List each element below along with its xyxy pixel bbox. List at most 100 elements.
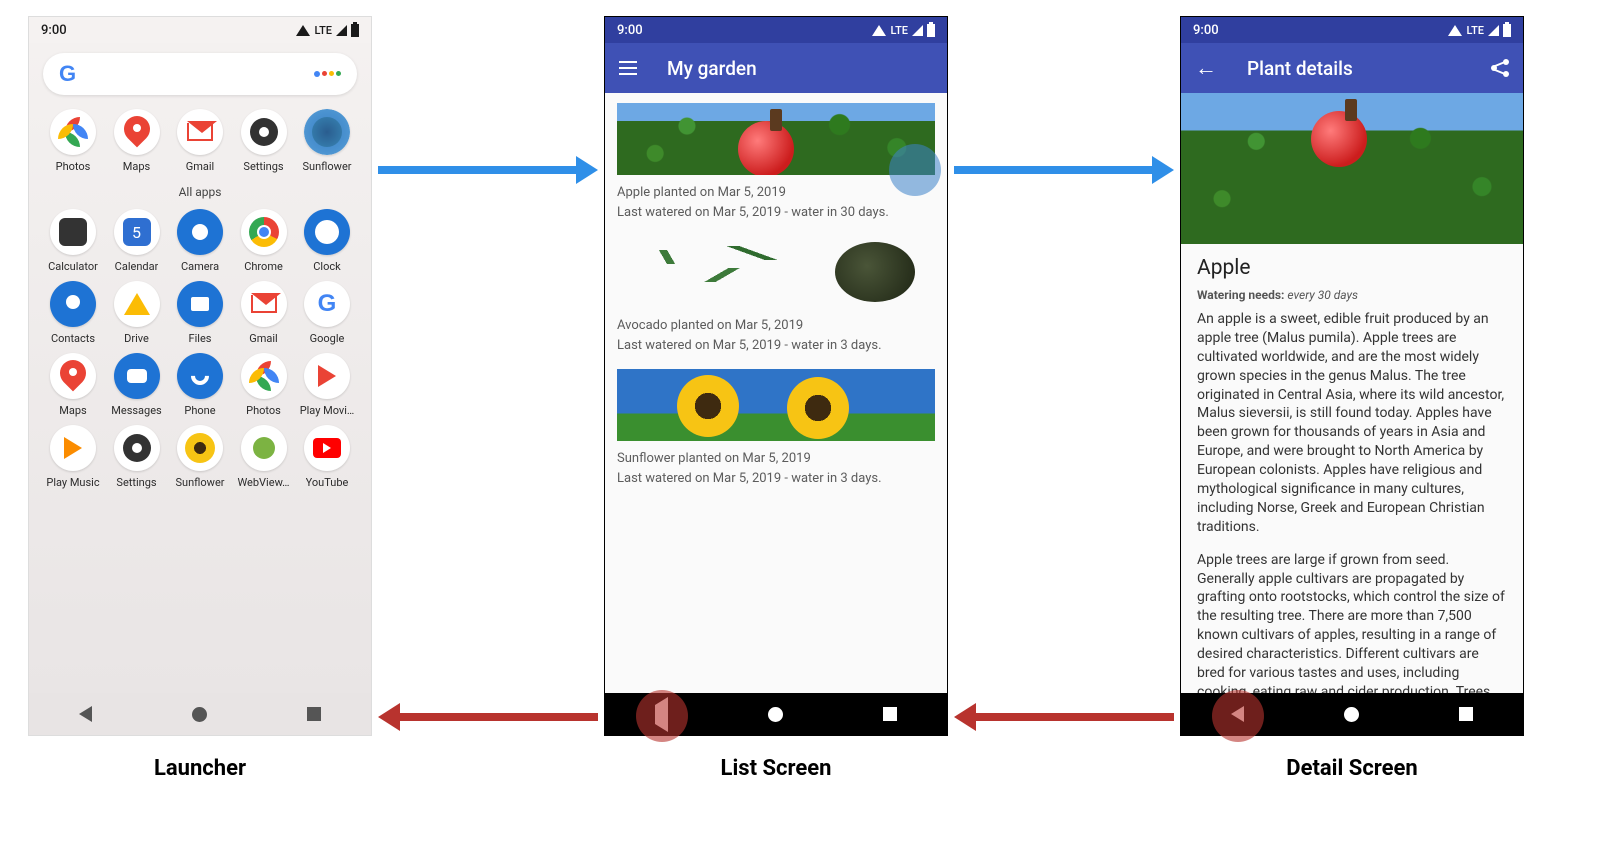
status-bar: 9:00 LTE [1181, 17, 1523, 43]
watering-needs: Watering needs: every 30 days [1197, 288, 1507, 302]
app-maps-2[interactable]: Maps [43, 353, 103, 417]
arrow-list-to-detail [954, 165, 1174, 175]
touch-indicator-list-back [636, 690, 688, 742]
nav-home-icon[interactable] [768, 707, 783, 722]
lte-label: LTE [1466, 24, 1484, 37]
app-maps[interactable]: Maps [107, 109, 167, 173]
battery-icon [1503, 24, 1511, 37]
app-play-movies[interactable]: Play Movi… [297, 353, 357, 417]
wifi-icon [872, 25, 886, 36]
app-contacts[interactable]: Contacts [43, 281, 103, 345]
status-bar: 9:00 LTE [29, 17, 371, 43]
search-bar[interactable]: G [43, 53, 357, 95]
app-play-music[interactable]: Play Music [43, 425, 103, 489]
card-text: Avocado planted on Mar 5, 2019 Last wate… [617, 316, 935, 355]
app-row-1: Calculator 5Calendar Camera Chrome Clock [43, 209, 357, 273]
arrow-list-to-launcher [378, 712, 598, 722]
description: An apple is a sweet, edible fruit produc… [1197, 310, 1507, 693]
back-icon[interactable]: ← [1195, 55, 1217, 81]
appbar-title: Plant details [1247, 57, 1353, 80]
all-apps-label: All apps [43, 185, 357, 199]
caption-detail: Detail Screen [1180, 756, 1524, 781]
nav-bar [29, 693, 371, 735]
nav-recents-icon[interactable] [1459, 707, 1473, 721]
status-time: 9:00 [617, 23, 643, 38]
sunflower-app-icon [304, 109, 350, 155]
app-bar: My garden [605, 43, 947, 93]
status-bar: 9:00 LTE [605, 17, 947, 43]
google-logo-icon: G [59, 61, 76, 87]
app-calendar[interactable]: 5Calendar [107, 209, 167, 273]
app-photos[interactable]: Photos [43, 109, 103, 173]
detail-body[interactable]: Apple Watering needs: every 30 days An a… [1181, 93, 1523, 693]
signal-icon [1488, 25, 1499, 36]
app-google[interactable]: GGoogle [297, 281, 357, 345]
app-phone[interactable]: Phone [170, 353, 230, 417]
arrow-launcher-to-list [378, 165, 598, 175]
appbar-title: My garden [667, 57, 757, 80]
status-icons: LTE [872, 24, 935, 37]
app-row-2: Contacts Drive Files Gmail GGoogle [43, 281, 357, 345]
app-clock[interactable]: Clock [297, 209, 357, 273]
app-youtube[interactable]: YouTube [297, 425, 357, 489]
nav-recents-icon[interactable] [883, 707, 897, 721]
detail-content: Apple Watering needs: every 30 days An a… [1181, 244, 1523, 693]
app-webview[interactable]: WebView… [234, 425, 294, 489]
app-photos-2[interactable]: Photos [234, 353, 294, 417]
app-camera[interactable]: Camera [170, 209, 230, 273]
touch-indicator-list [889, 144, 941, 196]
app-row-3: Maps Messages Phone Photos Play Movi… [43, 353, 357, 417]
battery-icon [351, 24, 359, 37]
app-chrome[interactable]: Chrome [234, 209, 294, 273]
nav-home-icon[interactable] [1344, 707, 1359, 722]
status-icons: LTE [296, 24, 359, 37]
plant-card-apple[interactable]: Apple planted on Mar 5, 2019 Last watere… [617, 103, 935, 222]
status-time: 9:00 [41, 23, 67, 38]
app-files[interactable]: Files [170, 281, 230, 345]
assistant-icon[interactable] [314, 71, 341, 77]
app-messages[interactable]: Messages [107, 353, 167, 417]
card-text: Sunflower planted on Mar 5, 2019 Last wa… [617, 449, 935, 488]
nav-home-icon[interactable] [192, 707, 207, 722]
app-calculator[interactable]: Calculator [43, 209, 103, 273]
nav-back-icon[interactable] [79, 706, 92, 722]
touch-indicator-detail-back [1212, 690, 1264, 742]
share-icon[interactable] [1491, 59, 1509, 77]
battery-icon [927, 24, 935, 37]
app-row-4: Play Music Settings Sunflower WebView… Y… [43, 425, 357, 489]
apple-image [617, 103, 935, 175]
plant-heading: Apple [1197, 256, 1507, 280]
detail-screen: 9:00 LTE ← Plant details Apple Watering … [1180, 16, 1524, 736]
app-settings[interactable]: Settings [234, 109, 294, 173]
arrow-detail-to-list [954, 712, 1174, 722]
plant-card-avocado[interactable]: Avocado planted on Mar 5, 2019 Last wate… [617, 236, 935, 355]
app-drive[interactable]: Drive [107, 281, 167, 345]
app-bar: ← Plant details [1181, 43, 1523, 93]
avocado-image [617, 236, 935, 308]
caption-launcher: Launcher [28, 756, 372, 781]
status-icons: LTE [1448, 24, 1511, 37]
lte-label: LTE [314, 24, 332, 37]
launcher-screen: 9:00 LTE G Photos Maps Gmail Settings Su… [28, 16, 372, 736]
list-screen: 9:00 LTE My garden Apple planted on Mar … [604, 16, 948, 736]
signal-icon [912, 25, 923, 36]
sunflower-image [617, 369, 935, 441]
launcher-body: G Photos Maps Gmail Settings Sunflower A… [29, 43, 371, 693]
lte-label: LTE [890, 24, 908, 37]
status-time: 9:00 [1193, 23, 1219, 38]
app-gmail[interactable]: Gmail [170, 109, 230, 173]
app-sunflower[interactable]: Sunflower [297, 109, 357, 173]
menu-icon[interactable] [619, 61, 637, 75]
caption-list: List Screen [604, 756, 948, 781]
app-sunflower-2[interactable]: Sunflower [170, 425, 230, 489]
card-text: Apple planted on Mar 5, 2019 Last watere… [617, 183, 935, 222]
wifi-icon [1448, 25, 1462, 36]
app-gmail-2[interactable]: Gmail [234, 281, 294, 345]
signal-icon [336, 25, 347, 36]
favorites-row: Photos Maps Gmail Settings Sunflower [43, 109, 357, 173]
nav-recents-icon[interactable] [307, 707, 321, 721]
app-settings-2[interactable]: Settings [107, 425, 167, 489]
hero-image [1181, 93, 1523, 244]
plant-card-sunflower[interactable]: Sunflower planted on Mar 5, 2019 Last wa… [617, 369, 935, 488]
wifi-icon [296, 25, 310, 36]
